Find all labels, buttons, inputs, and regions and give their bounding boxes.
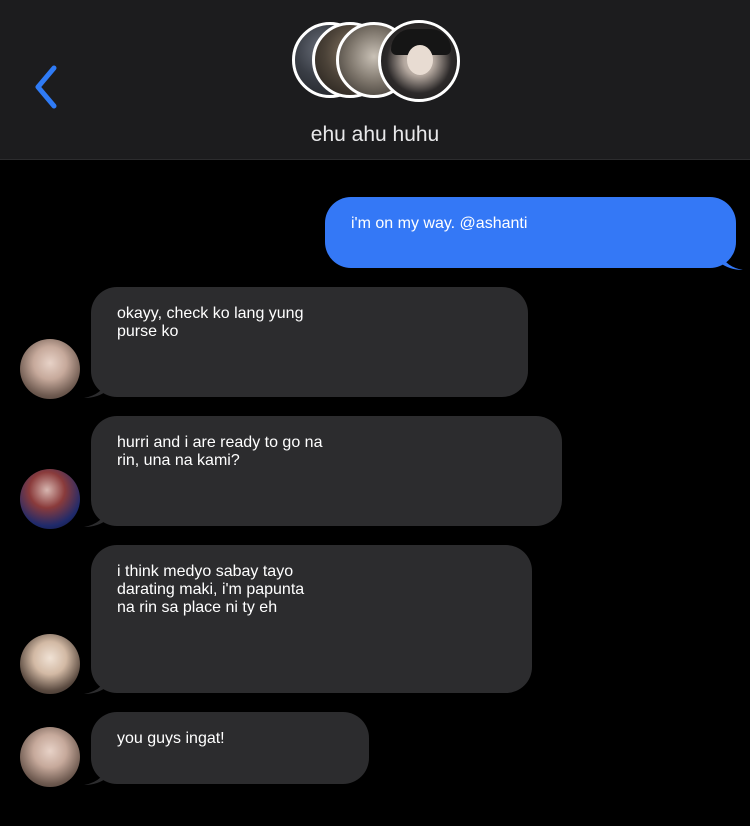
sender-avatar[interactable]	[20, 469, 80, 529]
sender-avatar[interactable]	[20, 339, 80, 399]
bubble-tail	[719, 246, 743, 270]
group-avatars[interactable]	[292, 20, 460, 106]
chat-header: ehu ahu huhu	[0, 0, 750, 160]
group-name[interactable]: ehu ahu huhu	[0, 123, 750, 147]
message-text: i think medyo sabay tayo	[117, 563, 294, 580]
message-text: purse ko	[117, 323, 179, 340]
group-avatar-4	[378, 20, 460, 102]
received-message-bubble[interactable]: i think medyo sabay tayo darating maki, …	[91, 545, 532, 693]
sent-message-bubble[interactable]: i'm on my way. @ashanti	[325, 197, 736, 268]
bubble-tail	[84, 670, 108, 694]
bubble-tail	[84, 374, 108, 398]
received-message-bubble[interactable]: hurri and i are ready to go na rin, una …	[91, 416, 562, 526]
message-text: hurri and i are ready to go na	[117, 434, 323, 451]
received-message-bubble[interactable]: okayy, check ko lang yung purse ko	[91, 287, 528, 397]
message-text: i'm on my way. @ashanti	[351, 215, 528, 232]
bubble-tail	[84, 761, 108, 785]
chevron-left-icon[interactable]	[28, 62, 64, 112]
received-message-bubble[interactable]: you guys ingat!	[91, 712, 369, 784]
sender-avatar[interactable]	[20, 727, 80, 787]
sender-avatar[interactable]	[20, 634, 80, 694]
message-text: darating maki, i'm papunta	[117, 581, 305, 598]
bubble-tail	[84, 503, 108, 527]
message-text: okayy, check ko lang yung	[117, 305, 304, 322]
message-text: you guys ingat!	[117, 730, 225, 747]
message-text: rin, una na kami?	[117, 452, 240, 469]
message-text: na rin sa place ni ty eh	[117, 599, 278, 616]
